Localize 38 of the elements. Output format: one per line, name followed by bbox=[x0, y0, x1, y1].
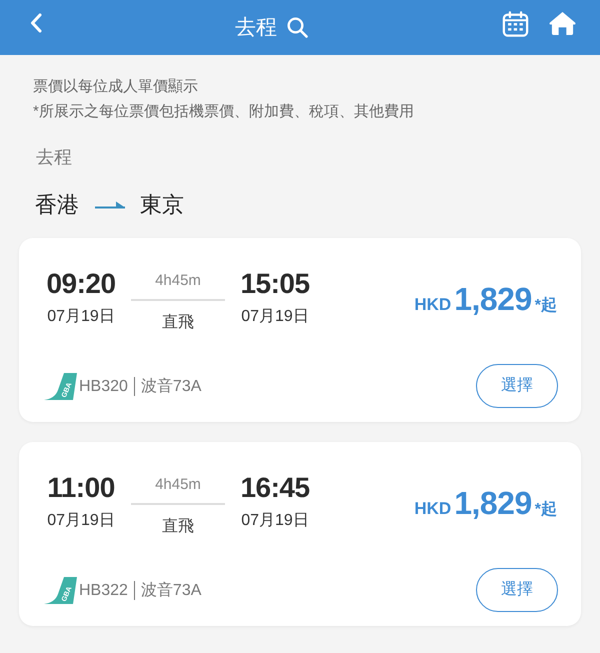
calendar-icon bbox=[502, 11, 529, 37]
select-button[interactable]: 選擇 bbox=[476, 568, 558, 612]
departure-time: 11:00 bbox=[47, 471, 115, 505]
arrival-time: 16:45 bbox=[240, 471, 310, 505]
section-label: 去程 bbox=[36, 146, 73, 168]
arrival-date: 07月19日 bbox=[241, 307, 309, 327]
origin-city: 香港 bbox=[35, 192, 79, 218]
flight-duration: 4h45m bbox=[155, 475, 201, 495]
price-amount: 1,829 bbox=[454, 280, 532, 318]
departure-time: 09:20 bbox=[46, 267, 116, 301]
home-icon bbox=[549, 11, 576, 36]
destination-city: 東京 bbox=[140, 192, 184, 218]
departure-date: 07月19日 bbox=[47, 307, 115, 327]
aircraft-type: 波音73A bbox=[140, 580, 202, 600]
price-currency: HKD bbox=[414, 499, 452, 519]
flight-number: HB322 bbox=[79, 580, 128, 600]
calendar-button[interactable] bbox=[502, 11, 529, 37]
stop-type: 直飛 bbox=[162, 517, 194, 537]
stop-type: 直飛 bbox=[162, 313, 194, 333]
home-button[interactable] bbox=[549, 11, 576, 36]
aircraft-type: 波音73A bbox=[140, 376, 202, 396]
arrival-date: 07月19日 bbox=[241, 511, 309, 531]
search-button[interactable] bbox=[287, 17, 308, 38]
select-button[interactable]: 選擇 bbox=[476, 364, 558, 408]
chevron-left-icon bbox=[30, 13, 42, 33]
notice-text: 票價以每位成人單價顯示 bbox=[33, 78, 199, 96]
search-icon bbox=[287, 17, 308, 38]
price-suffix: *起 bbox=[534, 296, 557, 316]
page-title: 去程 bbox=[235, 17, 277, 38]
price-currency: HKD bbox=[414, 295, 452, 315]
notice-text: *所展示之每位票價包括機票價、附加費、稅項、其他費用 bbox=[33, 103, 415, 121]
arrow-icon bbox=[95, 201, 125, 209]
departure-date: 07月19日 bbox=[47, 511, 115, 531]
price-amount: 1,829 bbox=[454, 484, 532, 522]
flight-duration: 4h45m bbox=[155, 271, 201, 291]
price-suffix: *起 bbox=[534, 500, 557, 520]
flight-number: HB320 bbox=[79, 376, 128, 396]
arrival-time: 15:05 bbox=[240, 267, 310, 301]
